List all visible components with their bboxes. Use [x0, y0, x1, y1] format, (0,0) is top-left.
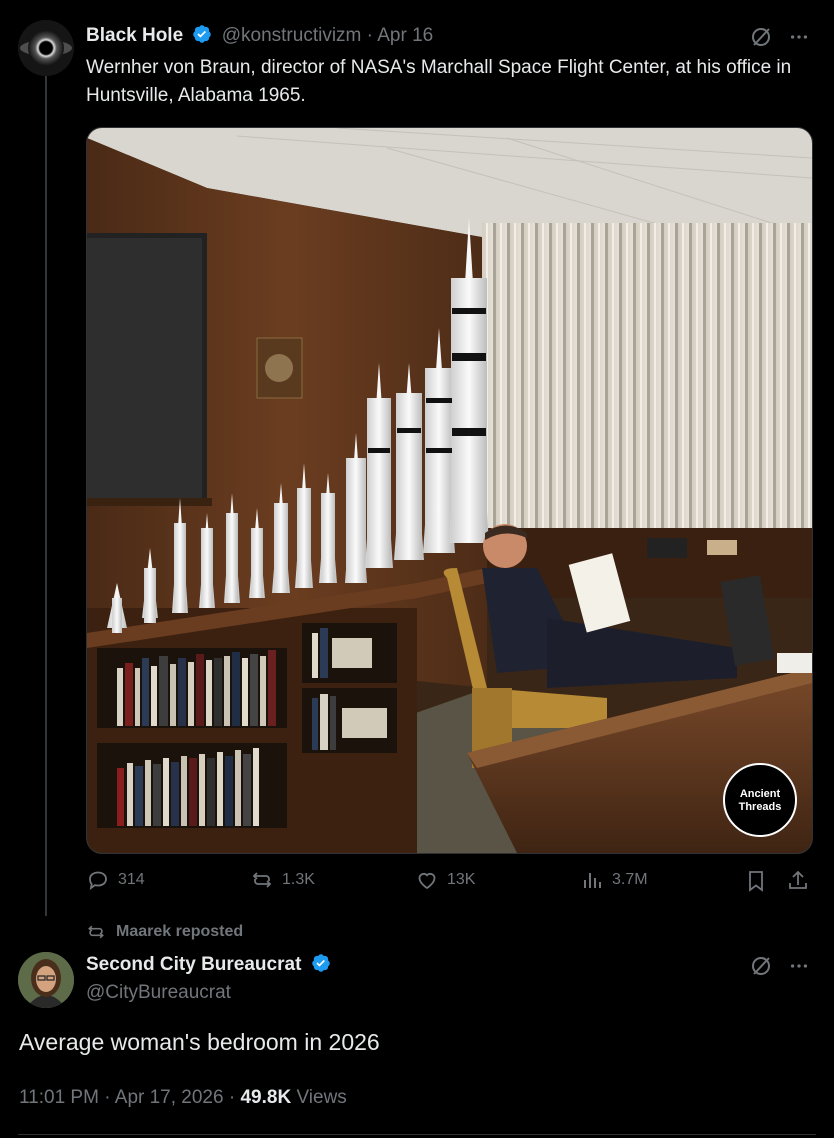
- tweet2-meta: 11:01 PM · Apr 17, 2026 · 49.8K Views: [19, 1087, 347, 1109]
- watermark-line1: Ancient: [739, 788, 781, 800]
- black-hole-avatar-image: [18, 20, 74, 76]
- author-name[interactable]: Second City Bureaucrat: [86, 954, 301, 975]
- tweet2-header: Second City Bureaucrat: [86, 953, 331, 976]
- verified-badge-icon: [193, 25, 212, 43]
- share-icon: [789, 870, 807, 889]
- share-button[interactable]: [785, 868, 811, 894]
- like-button[interactable]: 13K: [415, 868, 475, 892]
- tweet-date[interactable]: Apr 17, 2026: [115, 1087, 224, 1108]
- tweet1-text: Wernher von Braun, director of NASA's Ma…: [86, 57, 792, 106]
- tweet1-header: Black Hole @konstructivizm · Apr 16: [86, 24, 433, 47]
- like-icon: [418, 872, 436, 890]
- separator-dot: ·: [104, 1087, 111, 1108]
- tweet-date[interactable]: Apr 16: [377, 25, 433, 46]
- reply-icon: [89, 871, 107, 891]
- views-count: 49.8K: [240, 1087, 292, 1108]
- tweet2-text: Average woman's bedroom in 2026: [19, 1029, 380, 1055]
- views-icon: [584, 873, 601, 888]
- more-button[interactable]: [786, 953, 812, 979]
- bookmark-button[interactable]: [743, 868, 769, 894]
- grok-icon: [752, 957, 770, 975]
- tweet-time[interactable]: 11:01 PM: [19, 1087, 99, 1108]
- avatar-second-city-bureaucrat[interactable]: [18, 952, 74, 1008]
- verified-badge-icon: [311, 954, 330, 972]
- author-name[interactable]: Black Hole: [86, 25, 183, 46]
- separator-dot: ·: [366, 25, 373, 46]
- reply-button[interactable]: 314: [86, 868, 145, 892]
- reply-count: 314: [118, 871, 145, 888]
- author-handle[interactable]: @konstructivizm: [222, 25, 362, 46]
- grok-icon: [752, 28, 770, 46]
- watermark-line2: Threads: [738, 801, 782, 813]
- author-handle[interactable]: @CityBureaucrat: [86, 982, 231, 1004]
- repost-icon: [252, 872, 272, 888]
- watermark-text: Ancient Threads: [724, 788, 796, 814]
- office-photo-illustration: [87, 128, 812, 853]
- like-count: 13K: [447, 871, 476, 888]
- separator-dot: ·: [228, 1087, 236, 1108]
- bottom-divider: [18, 1134, 816, 1135]
- more-button[interactable]: [786, 24, 812, 50]
- more-icon: [790, 35, 808, 39]
- repost-count: 1.3K: [282, 871, 315, 888]
- repost-indicator-icon: [88, 925, 104, 939]
- repost-button[interactable]: 1.3K: [250, 868, 315, 892]
- grok-button[interactable]: [748, 24, 774, 50]
- grok-button[interactable]: [748, 953, 774, 979]
- more-icon: [790, 964, 808, 968]
- views-button[interactable]: 3.7M: [580, 868, 648, 892]
- repost-label[interactable]: Maarek reposted: [116, 923, 243, 941]
- views-count: 3.7M: [612, 871, 648, 888]
- avatar-black-hole[interactable]: [18, 20, 74, 76]
- thread-connector: [45, 70, 47, 916]
- bookmark-icon: [749, 871, 763, 892]
- views-label: Views: [296, 1087, 347, 1108]
- repost-context: Maarek reposted: [86, 922, 243, 942]
- user-avatar-image: [18, 952, 74, 1008]
- tweet-photo[interactable]: Ancient Threads: [86, 127, 813, 854]
